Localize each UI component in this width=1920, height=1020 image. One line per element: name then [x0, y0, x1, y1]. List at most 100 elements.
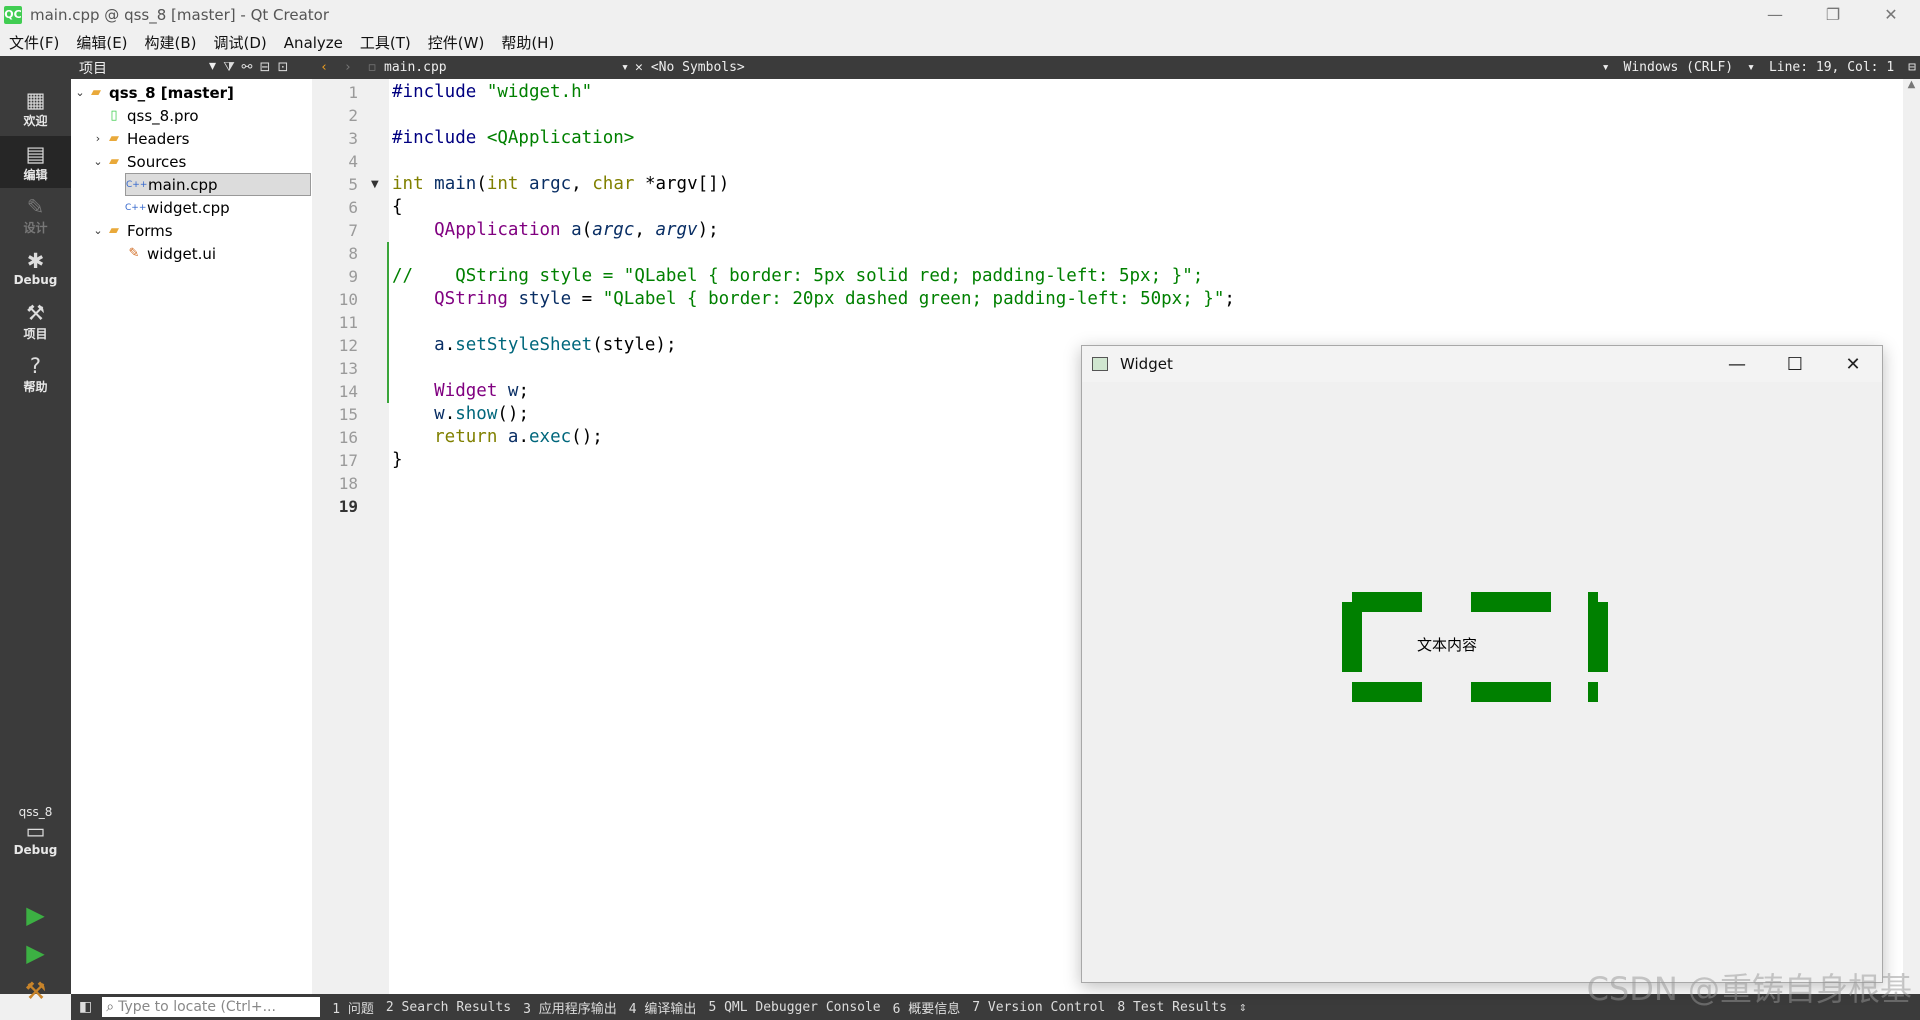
border-dash-right: [1588, 602, 1608, 672]
mode-selector: ▦ 欢迎 ▤ 编辑 ✎ 设计 ✱ Debug ⚒ 项目 ? 帮助 qss_8 ▭…: [0, 56, 71, 1005]
project-view-selector[interactable]: 项目 ▾: [75, 57, 220, 78]
filter-icon[interactable]: ⧩: [220, 60, 238, 75]
close-document-icon[interactable]: ✕: [635, 60, 643, 75]
mode-welcome[interactable]: ▦ 欢迎: [0, 82, 71, 134]
pro-file-icon: ▯: [110, 108, 118, 123]
pane-issues[interactable]: 1 问题: [332, 998, 374, 1017]
menu-widgets[interactable]: 控件(W): [419, 32, 493, 53]
window-titlebar: QC main.cpp @ qss_8 [master] - Qt Creato…: [0, 0, 1920, 29]
editor-scrollbar[interactable]: ▲: [1903, 79, 1920, 994]
locator-input[interactable]: ⌕ Type to locate (Ctrl+...: [102, 997, 321, 1017]
mode-help-label: 帮助: [23, 379, 48, 394]
scroll-up-icon[interactable]: ▲: [1903, 79, 1920, 90]
fold-arrow-icon[interactable]: ▼: [371, 179, 379, 190]
mode-projects-label: 项目: [23, 326, 48, 341]
code-token: .: [444, 335, 456, 355]
menu-help[interactable]: 帮助(H): [492, 32, 562, 53]
more-panes-icon[interactable]: ⇕: [1239, 1000, 1247, 1015]
restore-button[interactable]: ❐: [1804, 0, 1862, 29]
menu-debug[interactable]: 调试(D): [205, 32, 275, 53]
menu-tools[interactable]: 工具(T): [351, 32, 419, 53]
tree-item-label: Forms: [127, 221, 173, 240]
border-dash-top: [1471, 592, 1551, 612]
debug-run-button[interactable]: ▶: [0, 936, 71, 970]
symbols-selector[interactable]: <No Symbols>: [651, 60, 745, 75]
widget-titlebar[interactable]: Widget — ☐ ✕: [1082, 346, 1882, 382]
code-token: Widget: [392, 381, 508, 401]
folder-icon: ▰: [109, 154, 119, 169]
build-button[interactable]: ⚒: [0, 974, 71, 1008]
chevron-down-icon[interactable]: ⌄: [91, 224, 105, 237]
open-document-selector[interactable]: main.cpp ▾: [384, 60, 635, 75]
widget-window: Widget — ☐ ✕ 文本内容: [1081, 345, 1883, 983]
back-icon[interactable]: ‹: [312, 60, 336, 75]
widget-maximize-button[interactable]: ☐: [1766, 346, 1824, 382]
mode-design-label: 设计: [23, 220, 48, 235]
menu-build[interactable]: 构建(B): [136, 32, 205, 53]
lock-icon: ▫: [367, 60, 377, 75]
pane-general-messages[interactable]: 6 概要信息: [893, 998, 961, 1017]
locator-placeholder: Type to locate (Ctrl+...: [118, 999, 276, 1015]
mode-design[interactable]: ✎ 设计: [0, 189, 71, 241]
pane-version-control[interactable]: 7 Version Control: [972, 1000, 1105, 1015]
pane-compile-output[interactable]: 4 编译输出: [629, 998, 697, 1017]
line-number: 1: [348, 83, 358, 102]
code-line: {: [392, 197, 403, 217]
link-icon[interactable]: ⚯: [238, 60, 256, 75]
cursor-position[interactable]: Line: 19, Col: 1: [1769, 60, 1894, 75]
mode-help[interactable]: ? 帮助: [0, 348, 71, 400]
code-token: a: [571, 220, 582, 240]
tree-item-project[interactable]: ⌄ ▰ qss_8 [master]: [73, 81, 313, 104]
line-number: 7: [348, 221, 358, 240]
tree-item-label: main.cpp: [148, 175, 218, 194]
run-button[interactable]: ▶: [0, 898, 71, 932]
pane-search-results[interactable]: 2 Search Results: [386, 1000, 511, 1015]
minimize-button[interactable]: —: [1746, 0, 1804, 29]
border-dash-top: [1352, 592, 1422, 612]
widget-minimize-button[interactable]: —: [1708, 346, 1766, 382]
line-number: 12: [338, 336, 358, 355]
tree-item-sources[interactable]: ⌄ ▰ Sources: [91, 150, 331, 173]
pane-application-output[interactable]: 3 应用程序输出: [523, 998, 617, 1017]
menu-analyze[interactable]: Analyze: [275, 34, 351, 52]
window-controls: — ❐ ✕: [1746, 0, 1920, 29]
kit-selector[interactable]: qss_8 ▭ Debug: [0, 796, 71, 866]
split-editor-icon[interactable]: ⊟: [1908, 60, 1916, 75]
tree-item-main-cpp[interactable]: C++ main.cpp: [125, 173, 311, 196]
close-button[interactable]: ✕: [1862, 0, 1920, 29]
mode-projects[interactable]: ⚒ 项目: [0, 295, 71, 347]
line-ending-selector[interactable]: Windows (CRLF): [1624, 60, 1734, 75]
code-token: return: [392, 427, 508, 447]
chevron-right-icon[interactable]: ›: [91, 132, 105, 145]
chevron-down-icon[interactable]: ⌄: [73, 86, 87, 99]
code-token: argc: [529, 174, 572, 194]
toggle-sidebar-icon[interactable]: ◧: [79, 999, 92, 1015]
menu-file[interactable]: 文件(F): [0, 32, 67, 53]
mode-edit[interactable]: ▤ 编辑: [0, 136, 71, 188]
code-token: ();: [497, 404, 529, 424]
forward-icon[interactable]: ›: [336, 60, 360, 75]
code-token: (: [581, 220, 593, 240]
split-icon[interactable]: ⊟: [256, 60, 274, 75]
project-folder-icon: ▰: [91, 85, 101, 100]
tree-item-pro-file[interactable]: ▯ qss_8.pro: [91, 104, 331, 127]
menu-edit[interactable]: 编辑(E): [67, 32, 135, 53]
document-icon: ▤: [25, 141, 46, 166]
editor-toolbar: ‹ › ▫ main.cpp ▾ ✕ <No Symbols> ▾ Window…: [312, 56, 1920, 79]
code-token: char: [592, 174, 645, 194]
close-pane-icon[interactable]: ⊡: [274, 60, 292, 75]
line-number: 10: [338, 290, 358, 309]
monitor-icon: ▭: [25, 819, 46, 843]
mode-welcome-label: 欢迎: [23, 113, 48, 128]
widget-close-button[interactable]: ✕: [1824, 346, 1882, 382]
code-token: ();: [571, 427, 603, 447]
line-number-current: 19: [338, 497, 358, 516]
pane-test-results[interactable]: 8 Test Results: [1117, 1000, 1227, 1015]
tree-item-forms[interactable]: ⌄ ▰ Forms: [91, 219, 331, 242]
chevron-down-icon[interactable]: ⌄: [91, 155, 105, 168]
code-token: setStyleSheet: [455, 335, 593, 355]
mode-debug[interactable]: ✱ Debug: [0, 242, 71, 294]
pane-qml-debugger-console[interactable]: 5 QML Debugger Console: [708, 1000, 880, 1015]
tree-item-label: Headers: [127, 129, 190, 148]
tree-item-headers[interactable]: › ▰ Headers: [91, 127, 331, 150]
